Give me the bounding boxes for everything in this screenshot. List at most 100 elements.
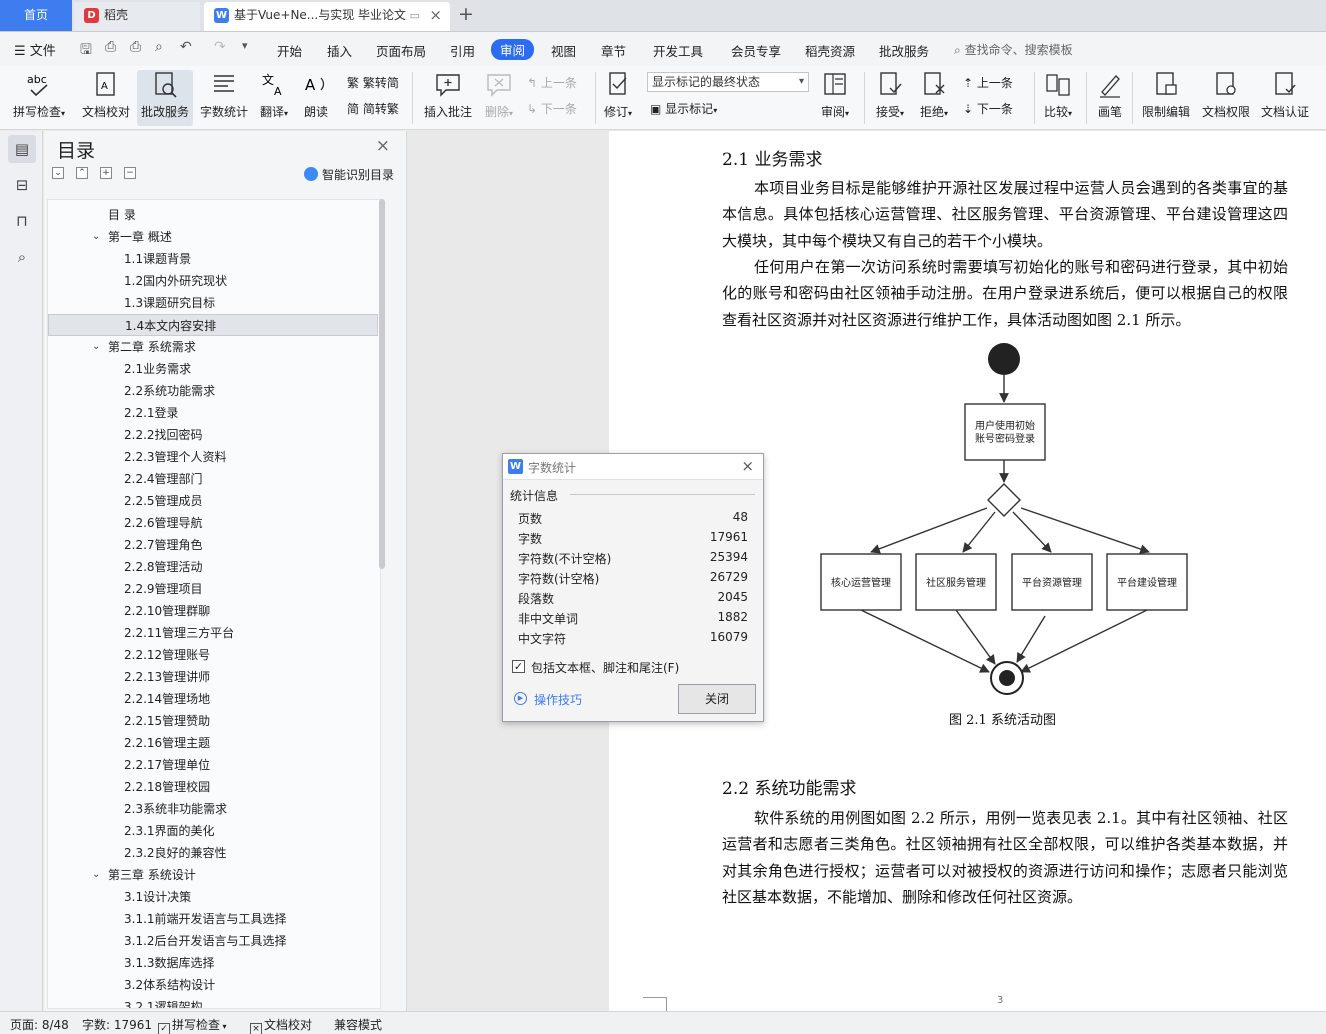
toc-item[interactable]: 2.2.7管理角色: [48, 534, 378, 556]
add-tab-icon[interactable]: +: [458, 3, 474, 25]
menu-reference[interactable]: 引用: [450, 41, 475, 60]
tab-home[interactable]: 首页: [0, 0, 72, 31]
doc-proof-button[interactable]: A 文档校对: [80, 70, 132, 120]
redo-icon[interactable]: ↷: [214, 39, 226, 55]
print-preview-icon[interactable]: ⌕: [155, 39, 163, 55]
monitor-icon[interactable]: ▭: [410, 2, 420, 29]
remove-heading-icon[interactable]: −: [124, 167, 136, 179]
doc-proof-status[interactable]: × 文档校对: [250, 1016, 312, 1034]
save-icon[interactable]: 🖫: [80, 39, 92, 63]
tab-docer[interactable]: D 稻壳: [74, 2, 200, 31]
show-markup-button[interactable]: ▣ 显示标记▾: [650, 100, 717, 117]
toc-item[interactable]: ⌄ 第三章 系统设计: [48, 864, 378, 886]
spell-check-status[interactable]: ✓ 拼写检查 ▾: [158, 1016, 227, 1034]
doc-cert-button[interactable]: 文档认证: [1259, 70, 1311, 120]
chevron-down-icon[interactable]: ⌄: [92, 864, 100, 886]
next-comment-button[interactable]: ↳ 下一条: [527, 100, 577, 117]
toc-item[interactable]: 目 录: [48, 204, 378, 226]
search-icon[interactable]: ⌕: [8, 243, 36, 271]
file-menu[interactable]: ☰ 文件: [14, 40, 56, 59]
toc-item[interactable]: 2.2.6管理导航: [48, 512, 378, 534]
menu-developer[interactable]: 开发工具: [653, 41, 703, 60]
include-textbox-checkbox[interactable]: ✓: [512, 660, 525, 673]
toc-item[interactable]: 3.1.3数据库选择: [48, 952, 378, 974]
toc-item[interactable]: 2.2.13管理讲师: [48, 666, 378, 688]
toc-item[interactable]: 2.2.17管理单位: [48, 754, 378, 776]
include-textbox-label[interactable]: 包括文本框、脚注和尾注(F): [531, 659, 679, 676]
toc-item[interactable]: 2.2.14管理场地: [48, 688, 378, 710]
menu-insert[interactable]: 插入: [327, 41, 352, 60]
trad-to-simp-button[interactable]: 繁 繁转简: [347, 74, 399, 91]
toc-item[interactable]: 2.2.2找回密码: [48, 424, 378, 446]
toc-item[interactable]: 3.2体系结构设计: [48, 974, 378, 996]
bookmark-icon[interactable]: ⊓: [8, 207, 36, 235]
toc-item[interactable]: 1.2国内外研究现状: [48, 270, 378, 292]
word-count-indicator[interactable]: 字数: 17961: [82, 1016, 152, 1033]
add-heading-icon[interactable]: +: [100, 167, 112, 179]
command-search[interactable]: ⌕ 查找命令、搜索模板: [954, 41, 1073, 58]
toc-panel-icon[interactable]: ▤: [8, 135, 36, 163]
toc-item[interactable]: 2.2.3管理个人资料: [48, 446, 378, 468]
toc-item[interactable]: 2.3系统非功能需求: [48, 798, 378, 820]
spell-check-button[interactable]: abc 拼写检查▾: [8, 70, 70, 120]
close-icon[interactable]: ×: [376, 136, 390, 156]
toc-item[interactable]: 2.2.18管理校园: [48, 776, 378, 798]
toc-item[interactable]: 2.2.4管理部门: [48, 468, 378, 490]
undo-icon[interactable]: ↶: [180, 39, 192, 55]
close-icon[interactable]: ×: [741, 457, 754, 475]
menu-page-layout[interactable]: 页面布局: [376, 41, 426, 60]
expand-all-icon[interactable]: ⌄: [52, 167, 64, 179]
word-count-button[interactable]: 字数统计: [198, 70, 250, 120]
review-button[interactable]: 审阅▾: [816, 70, 854, 120]
chevron-down-icon[interactable]: ⌄: [92, 226, 100, 248]
export-pdf-icon[interactable]: ⎙: [105, 39, 116, 55]
dialog-titlebar[interactable]: W 字数统计 ×: [503, 454, 763, 480]
toc-item[interactable]: 2.2.8管理活动: [48, 556, 378, 578]
menu-correction[interactable]: 批改服务: [879, 41, 929, 60]
toc-item[interactable]: 2.3.2良好的兼容性: [48, 842, 378, 864]
accept-button[interactable]: 接受▾: [872, 70, 908, 120]
pen-button[interactable]: 画笔: [1094, 70, 1126, 120]
toc-item[interactable]: ⌄ 第一章 概述: [48, 226, 378, 248]
correction-service-button[interactable]: 批改服务: [137, 70, 193, 126]
toc-item[interactable]: 3.1设计决策: [48, 886, 378, 908]
customize-toolbar-icon[interactable]: ▾: [242, 39, 248, 52]
toc-item[interactable]: 1.4本文内容安排: [48, 314, 378, 336]
tab-document[interactable]: W 基于Vue+Ne...与实现 毕业论文 ▭ ×: [204, 2, 450, 31]
toc-item[interactable]: 2.2.10管理群聊: [48, 600, 378, 622]
compare-button[interactable]: 比较▾: [1040, 70, 1076, 120]
insert-comment-button[interactable]: 插入批注: [422, 70, 474, 120]
print-icon[interactable]: ⎙: [130, 39, 141, 55]
delete-comment-button[interactable]: 删除▾: [480, 70, 518, 120]
toc-item[interactable]: 2.2系统功能需求: [48, 380, 378, 402]
collapse-all-icon[interactable]: ⌃: [76, 167, 88, 179]
play-icon[interactable]: ▶: [514, 692, 527, 705]
toc-item[interactable]: 2.2.5管理成员: [48, 490, 378, 512]
toc-item[interactable]: 2.3.1界面的美化: [48, 820, 378, 842]
toc-item[interactable]: 2.2.11管理三方平台: [48, 622, 378, 644]
next-revision-button[interactable]: ⇣ 下一条: [963, 100, 1013, 117]
toc-item[interactable]: 2.2.9管理项目: [48, 578, 378, 600]
menu-member[interactable]: 会员专享: [731, 41, 781, 60]
menu-start[interactable]: 开始: [277, 41, 302, 60]
simp-to-trad-button[interactable]: 简 简转繁: [347, 100, 399, 117]
toc-item[interactable]: 2.2.15管理赞助: [48, 710, 378, 732]
read-aloud-button[interactable]: A 朗读: [300, 70, 332, 120]
menu-review[interactable]: 审阅: [491, 39, 535, 60]
prev-comment-button[interactable]: ↰ 上一条: [527, 74, 577, 91]
toc-item[interactable]: 2.2.16管理主题: [48, 732, 378, 754]
reject-button[interactable]: 拒绝▾: [916, 70, 952, 120]
toc-item[interactable]: 3.2.1逻辑架构: [48, 996, 378, 1008]
translate-button[interactable]: 文A 翻译▾: [256, 70, 292, 120]
toc-item[interactable]: 2.2.12管理账号: [48, 644, 378, 666]
toc-item[interactable]: 2.2.1登录: [48, 402, 378, 424]
markup-state-select[interactable]: 显示标记的最终状态: [647, 72, 809, 92]
toc-item[interactable]: ⌄ 第二章 系统需求: [48, 336, 378, 358]
toc-item[interactable]: 2.1业务需求: [48, 358, 378, 380]
menu-chapter[interactable]: 章节: [601, 41, 626, 60]
chapter-nav-icon[interactable]: ⊟: [8, 171, 36, 199]
menu-view[interactable]: 视图: [551, 41, 576, 60]
toc-scrollbar[interactable]: [379, 199, 385, 569]
close-button[interactable]: 关闭: [678, 684, 756, 714]
restrict-edit-button[interactable]: 限制编辑: [1140, 70, 1192, 120]
